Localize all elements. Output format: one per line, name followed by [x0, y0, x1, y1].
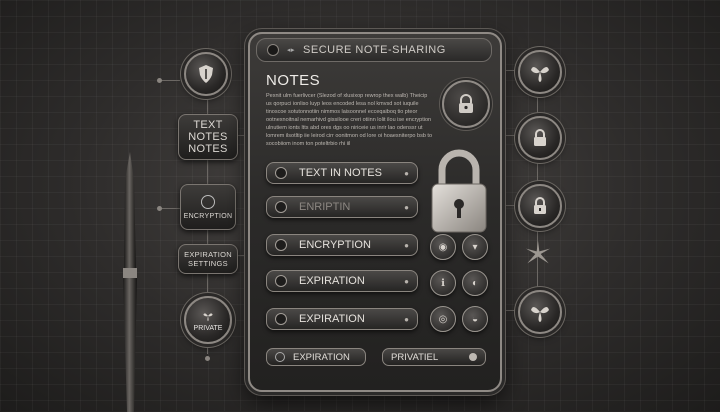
connector	[160, 80, 180, 81]
chevron-right-icon: ●	[404, 240, 409, 250]
button-label: EXPIRATION	[293, 351, 350, 363]
tag-line: TEXT	[193, 119, 223, 131]
radio-icon	[275, 313, 287, 325]
radio-icon	[275, 275, 287, 287]
shield-icon-button[interactable]	[184, 52, 228, 96]
tag-line: NOTES	[188, 143, 228, 155]
connector-dot	[157, 206, 162, 211]
lock-icon	[534, 129, 546, 146]
record-icon: ◎	[438, 313, 448, 325]
main-panel: ◂▸ SECURE NOTE-SHARING NOTES Pexnit ulm …	[248, 32, 502, 392]
radio-icon	[275, 201, 287, 213]
note-body-text: Pexnit ulm fuerlivcer (Slezod of xlusixo…	[266, 93, 432, 147]
tag-line: SETTINGS	[188, 259, 228, 268]
right-flower-button[interactable]	[518, 50, 562, 94]
padlock-icon	[431, 149, 487, 233]
field-label: ENCRYPTION	[299, 239, 371, 251]
field-label: EXPIRATION	[299, 275, 365, 287]
toggle-knob-icon	[469, 353, 477, 361]
flower-icon	[526, 240, 550, 264]
lock-icon	[459, 94, 473, 113]
eye-icon-button[interactable]: ◒	[462, 306, 488, 332]
window-title: SECURE NOTE-SHARING	[303, 44, 446, 56]
page-title: NOTES	[266, 72, 321, 89]
expiration-button[interactable]: EXPIRATION	[266, 348, 366, 366]
expiration-settings-tag[interactable]: EXPIRATION SETTINGS	[178, 244, 238, 274]
expiration-field[interactable]: EXPIRATION ●	[266, 270, 418, 292]
right-flower-button-2[interactable]	[518, 290, 562, 334]
chevron-right-icon: ●	[404, 168, 409, 178]
tag-line: EXPIRATION	[184, 250, 232, 259]
pen-icon	[123, 152, 137, 412]
private-toggle-button[interactable]: PRIVATIEL	[382, 348, 486, 366]
chevron-right-icon: ●	[404, 202, 409, 212]
radio-icon	[275, 239, 287, 251]
text-in-notes-field[interactable]: TEXT IN NOTES ●	[266, 162, 418, 184]
private-label: PRIVATE	[193, 324, 223, 332]
tag-line: NOTES	[188, 131, 228, 143]
timer-icon: ◐	[471, 277, 479, 289]
shield-icon	[199, 65, 213, 83]
flower-icon	[531, 66, 549, 82]
info-icon-button[interactable]: ℹ	[430, 270, 456, 296]
info-icon: ℹ	[441, 277, 445, 289]
key-icon	[201, 194, 215, 209]
text-notes-tag[interactable]: TEXT NOTES NOTES	[178, 114, 238, 160]
title-icon: ◂▸	[287, 47, 296, 54]
window-dot[interactable]	[267, 44, 279, 56]
encryption-field[interactable]: ENCRYPTION ●	[266, 234, 418, 256]
field-label: ENRIPTIN	[299, 201, 351, 213]
record-icon-button[interactable]: ◎	[430, 306, 456, 332]
encryption-tag[interactable]: ENCRYPTION	[180, 184, 236, 230]
field-label: TEXT IN NOTES	[299, 167, 382, 179]
connector	[160, 208, 180, 209]
chevron-right-icon: ●	[404, 276, 409, 286]
tag-label: ENCRYPTION	[183, 212, 233, 220]
private-button[interactable]: PRIVATE	[184, 296, 232, 344]
right-lock-button-2[interactable]	[518, 184, 562, 228]
eye-icon: ◒	[471, 313, 479, 325]
title-bar: ◂▸ SECURE NOTE-SHARING	[256, 38, 492, 62]
dropdown-icon-button[interactable]: ▾	[462, 234, 488, 260]
radio-icon	[275, 352, 285, 362]
connector-dot	[205, 356, 210, 361]
flower-icon	[531, 306, 549, 322]
button-label: PRIVATIEL	[391, 351, 439, 363]
power-icon: ◉	[438, 241, 448, 253]
flower-icon	[203, 312, 213, 321]
field-label: EXPIRATION	[299, 313, 365, 325]
toggle-icon-button[interactable]: ◉	[430, 234, 456, 260]
right-lock-button[interactable]	[518, 116, 562, 160]
lock-badge[interactable]	[442, 80, 490, 128]
radio-icon	[275, 167, 287, 179]
encryption-input-field[interactable]: ENRIPTIN ●	[266, 196, 418, 218]
expiration-field-secondary[interactable]: EXPIRATION ●	[266, 308, 418, 330]
connector-dot	[157, 78, 162, 83]
lock-icon	[534, 197, 546, 214]
chevron-down-icon: ▾	[472, 241, 478, 253]
timer-icon-button[interactable]: ◐	[462, 270, 488, 296]
chevron-right-icon: ●	[404, 314, 409, 324]
